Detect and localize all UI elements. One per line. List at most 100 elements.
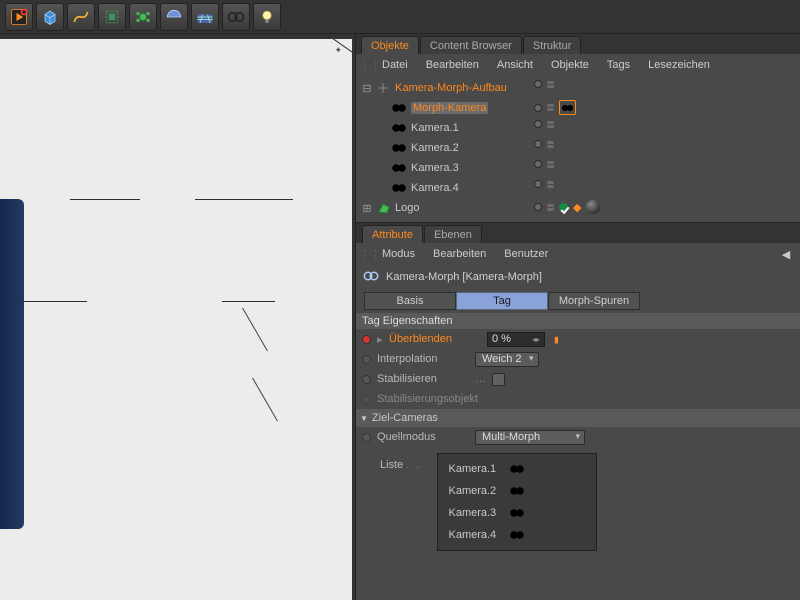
object-label[interactable]: Kamera.4 — [411, 182, 459, 194]
light-button[interactable] — [160, 3, 188, 31]
cube-primitive-button[interactable] — [36, 3, 64, 31]
menu-edit[interactable]: Bearbeiten — [417, 57, 488, 73]
display-tag-icon[interactable]: ◆ — [573, 201, 581, 214]
menu-user[interactable]: Benutzer — [495, 246, 557, 262]
history-back-icon[interactable]: ◀ — [775, 248, 797, 261]
anim-dot-icon[interactable] — [362, 433, 371, 442]
cam-icon — [390, 119, 408, 137]
render-dot-icon[interactable] — [547, 121, 554, 128]
menu-edit2[interactable]: Bearbeiten — [424, 246, 495, 262]
menu-file[interactable]: Datei — [373, 57, 417, 73]
deformer-button[interactable] — [98, 3, 126, 31]
camera-morph-icon — [362, 269, 380, 286]
mode-tag[interactable]: Tag — [456, 292, 548, 310]
camera-name: Kamera.4 — [448, 529, 496, 541]
section-ziel-cameras[interactable]: ▼ Ziel-Cameras — [356, 409, 800, 427]
cam-icon — [390, 179, 408, 197]
render-scene-button[interactable] — [5, 3, 33, 31]
tab-content-browser[interactable]: Content Browser — [420, 36, 522, 54]
menu-bookmarks[interactable]: Lesezeichen — [639, 57, 719, 73]
render-dot-icon[interactable] — [547, 104, 554, 111]
render-dot-icon[interactable] — [547, 141, 554, 148]
stabilize-checkbox[interactable] — [492, 373, 505, 386]
viewport-canvas[interactable]: ✦ — [0, 39, 352, 600]
camera-morph-button[interactable] — [222, 3, 250, 31]
menu-view[interactable]: Ansicht — [488, 57, 542, 73]
tab-structure[interactable]: Struktur — [523, 36, 582, 54]
menu-mode[interactable]: Modus — [373, 246, 424, 262]
tree-item[interactable]: Kamera.3 — [360, 158, 800, 178]
anim-dot-icon[interactable] — [362, 375, 371, 384]
object-label[interactable]: Kamera.3 — [411, 162, 459, 174]
visibility-dot-icon[interactable] — [534, 160, 542, 168]
camera-list-item[interactable]: Kamera.4 — [438, 524, 596, 546]
anim-dot-icon[interactable] — [362, 355, 371, 364]
camera-list-item[interactable]: Kamera.1 — [438, 458, 596, 480]
visibility-dot-icon[interactable] — [534, 120, 542, 128]
render-dot-icon[interactable] — [547, 161, 554, 168]
prop-stabilize: Stabilisieren … — [356, 369, 800, 389]
object-tree: ⊟ Kamera-Morph-Aufbau Morph-Kamera Kamera.1… — [356, 76, 800, 222]
camera-list[interactable]: Kamera.1 Kamera.2 Kamera.3 Kamera.4 — [437, 453, 597, 551]
object-label[interactable]: Kamera-Morph-Aufbau — [395, 82, 507, 94]
tree-item[interactable]: ⊞ Logo ◆ — [360, 198, 800, 218]
mode-morphspuren[interactable]: Morph-Spuren — [548, 292, 640, 310]
visibility-dot-icon[interactable] — [534, 80, 542, 88]
expander-icon[interactable]: ⊞ — [360, 202, 374, 215]
quellmodus-dropdown[interactable]: Multi-Morph — [475, 430, 585, 445]
object-manager-menu: ⋮⋮ Datei Bearbeiten Ansicht Objekte Tags… — [356, 54, 800, 76]
render-dot-icon[interactable] — [547, 81, 554, 88]
tab-objects[interactable]: Objekte — [361, 36, 419, 54]
tree-item[interactable]: Kamera.2 — [360, 138, 800, 158]
camera-name: Kamera.3 — [448, 507, 496, 519]
expander-icon[interactable]: ⊟ — [360, 82, 374, 95]
object-label[interactable]: Morph-Kamera — [411, 102, 488, 114]
section-tag-properties: Tag Eigenschaften — [356, 313, 800, 329]
visibility-dot-icon[interactable] — [534, 180, 542, 188]
camera-name: Kamera.2 — [448, 485, 496, 497]
tab-attributes[interactable]: Attribute — [362, 225, 423, 243]
tab-layers[interactable]: Ebenen — [424, 225, 482, 243]
visibility-dot-icon[interactable] — [534, 140, 542, 148]
camera-list-item[interactable]: Kamera.3 — [438, 502, 596, 524]
expresso-tag-icon[interactable] — [559, 203, 568, 212]
menu-grip-icon[interactable]: ⋮⋮ — [359, 59, 373, 72]
tree-item[interactable]: Kamera.4 — [360, 178, 800, 198]
menu-tags[interactable]: Tags — [598, 57, 639, 73]
menu-grip-icon[interactable]: ⋮⋮ — [359, 248, 373, 261]
prop-stabobj-label: Stabilisierungsobjekt — [377, 393, 478, 405]
camera-icon — [508, 462, 526, 476]
prop-quell-label: Quellmodus — [377, 431, 469, 443]
visibility-dot-icon[interactable] — [534, 203, 542, 211]
object-label[interactable]: Kamera.2 — [411, 142, 459, 154]
menu-objects[interactable]: Objekte — [542, 57, 598, 73]
visibility-dot-icon[interactable] — [534, 104, 542, 112]
blend-slider[interactable]: ▮ — [553, 333, 560, 346]
blend-input[interactable]: 0 %◂▸ — [487, 332, 545, 347]
tree-item[interactable]: Morph-Kamera — [360, 98, 800, 118]
list-label: Liste . . — [380, 453, 421, 551]
camera-list-item[interactable]: Kamera.2 — [438, 480, 596, 502]
render-dot-icon[interactable] — [547, 181, 554, 188]
camera-morph-tag-icon[interactable] — [559, 100, 576, 115]
tree-item[interactable]: Kamera.1 — [360, 118, 800, 138]
material-tag-icon[interactable] — [586, 200, 600, 214]
mode-basis[interactable]: Basis — [364, 292, 456, 310]
tree-item[interactable]: ⊟ Kamera-Morph-Aufbau — [360, 78, 800, 98]
prop-stabilize-object: Stabilisierungsobjekt — [356, 389, 800, 409]
prop-blend: ▸ Überblenden 0 %◂▸ ▮ — [356, 329, 800, 349]
interp-dropdown[interactable]: Weich 2 — [475, 352, 539, 367]
mograph-button[interactable] — [129, 3, 157, 31]
null-icon — [374, 79, 392, 97]
render-dot-icon[interactable] — [547, 204, 554, 211]
object-label[interactable]: Logo — [395, 202, 419, 214]
prop-interpolation: Interpolation Weich 2 — [356, 349, 800, 369]
floor-grid-button[interactable] — [191, 3, 219, 31]
object-label[interactable]: Kamera.1 — [411, 122, 459, 134]
spline-button[interactable] — [67, 3, 95, 31]
viewport[interactable]: ✦ — [0, 34, 355, 600]
record-key-icon[interactable] — [362, 335, 371, 344]
anim-arrow-icon[interactable]: ▸ — [377, 333, 383, 346]
light-bulb-button[interactable] — [253, 3, 281, 31]
axis-gizmo-icon[interactable]: ✦ — [334, 45, 342, 56]
